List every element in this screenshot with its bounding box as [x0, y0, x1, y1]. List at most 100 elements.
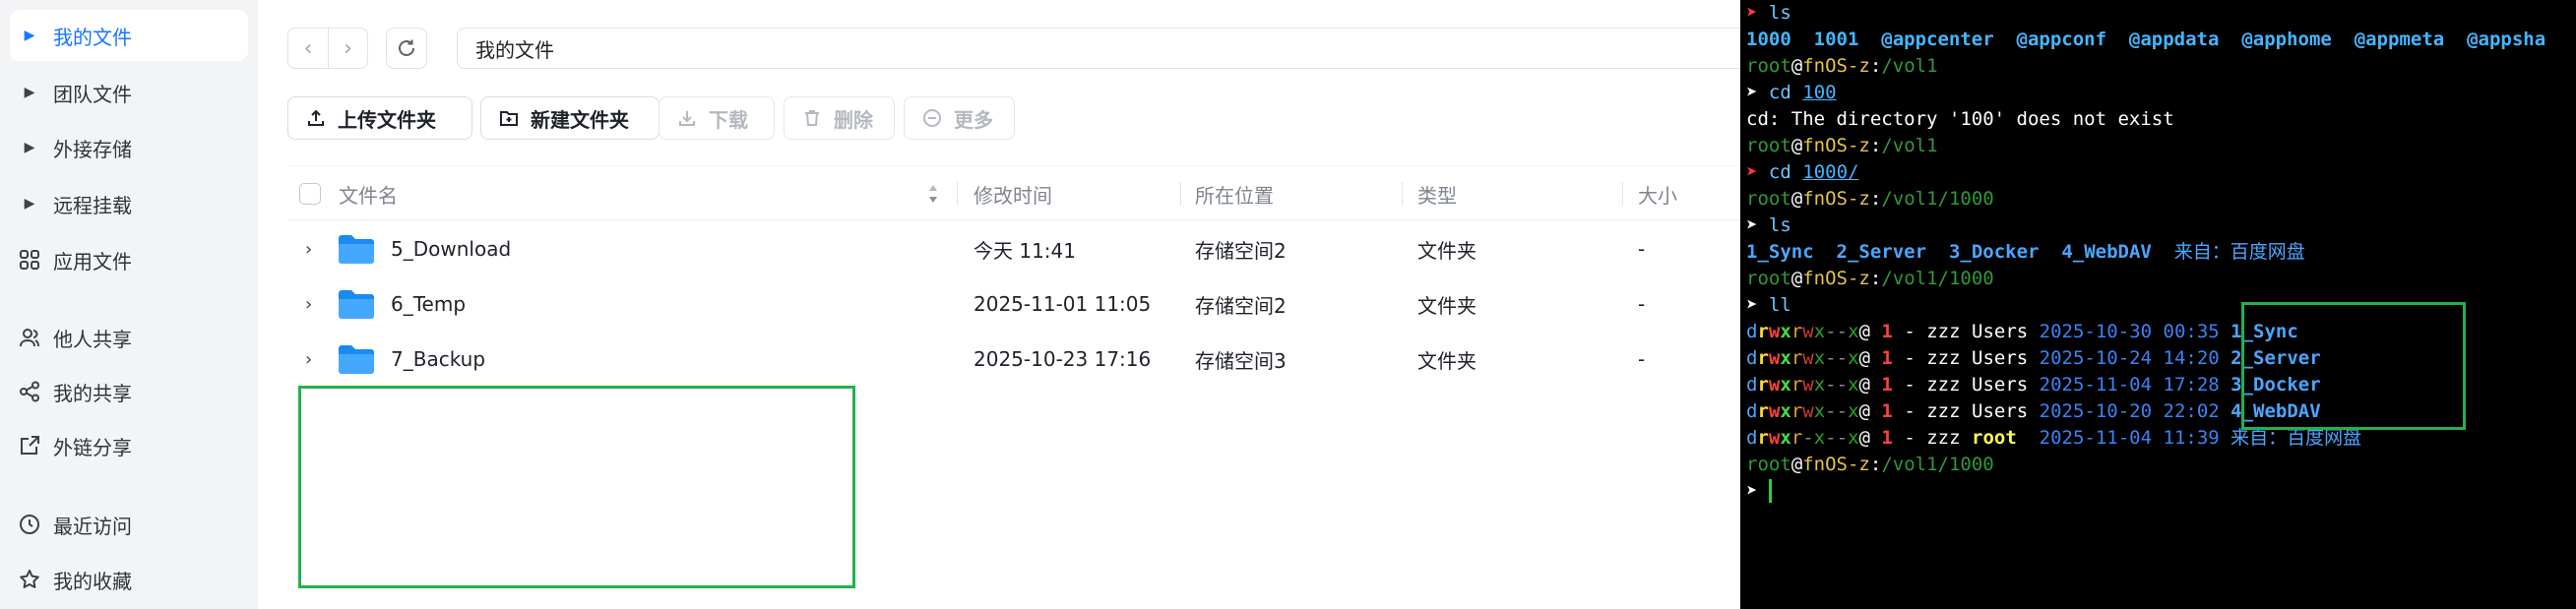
sidebar-item-label: 他人共享 [53, 327, 132, 351]
caret-right-icon: ▶ [24, 196, 35, 212]
path-bar[interactable]: 我的文件 [457, 28, 1756, 69]
new-folder-label: 新建文件夹 [531, 107, 629, 132]
more-circle-icon [922, 108, 942, 128]
terminal-prompt: root@fnOS-z:/vol1 [1746, 135, 1938, 156]
terminal-ll-row: drwxrwx--x@ 1 - zzz Users 2025-10-20 22:… [1746, 400, 2321, 422]
column-type[interactable]: 类型 [1417, 166, 1457, 221]
sidebar-item-label: 团队文件 [53, 82, 132, 106]
share-icon [10, 381, 49, 402]
terminal-line: cd: The directory '100' does not exist [1746, 108, 2174, 130]
terminal-prompt: root@fnOS-z:/vol1 [1746, 55, 1938, 77]
table-header: 文件名 修改时间 所在位置 类型 大小 [287, 165, 1740, 220]
file-modified: 2025-10-23 17:16 [974, 347, 1152, 371]
terminal-ll-row: drwxrwx--x@ 1 - zzz Users 2025-10-30 00:… [1746, 321, 2298, 342]
forward-button[interactable]: › [327, 29, 367, 68]
sidebar-item-team-files[interactable]: ▶ 团队文件 [10, 67, 248, 118]
path-text: 我的文件 [475, 37, 554, 62]
sidebar-item-favorites[interactable]: 我的收藏 [10, 554, 248, 605]
link-share-icon [10, 435, 49, 457]
new-folder-button[interactable]: 新建文件夹 [480, 96, 660, 140]
column-location[interactable]: 所在位置 [1195, 166, 1274, 221]
terminal-ll-row: drwxrwx--x@ 1 - zzz Users 2025-10-24 14:… [1746, 347, 2321, 369]
terminal-line: 1_Sync 2_Server 3_Docker 4_WebDAV 来自：百度网… [1746, 241, 2305, 263]
sidebar-item-external-storage[interactable]: ▶ 外接存储 [10, 122, 248, 173]
file-type: 文件夹 [1417, 293, 1476, 318]
folder-icon [337, 332, 376, 387]
upload-icon [306, 108, 326, 128]
file-size: - [1638, 347, 1646, 371]
file-location: 存储空间2 [1195, 238, 1287, 263]
sidebar-item-shared-with-me[interactable]: 他人共享 [10, 312, 248, 363]
file-name: 5_Download [391, 237, 512, 261]
sidebar-item-label: 外链分享 [53, 435, 132, 459]
upload-folder-label: 上传文件夹 [338, 107, 436, 132]
upload-folder-button[interactable]: 上传文件夹 [287, 96, 472, 140]
sidebar-item-label: 我的共享 [53, 381, 132, 405]
column-modified[interactable]: 修改时间 [974, 166, 1052, 221]
highlight-box-dirnames [2241, 302, 2466, 430]
chevron-right-icon: › [344, 35, 352, 61]
file-location: 存储空间2 [1195, 293, 1287, 318]
more-label: 更多 [954, 107, 993, 132]
select-all-checkbox[interactable] [299, 166, 321, 221]
prompt-arrow: ➤ [1746, 2, 1758, 24]
terminal-line: ➤ ll [1746, 294, 1791, 316]
file-size: - [1638, 237, 1646, 261]
file-size: - [1638, 292, 1646, 316]
download-label: 下载 [709, 107, 748, 132]
sidebar-item-label: 远程挂载 [53, 193, 132, 217]
terminal-prompt: root@fnOS-z:/vol1/1000 [1746, 188, 1994, 210]
download-button[interactable]: 下载 [659, 96, 775, 140]
file-name: 7_Backup [391, 347, 486, 371]
sidebar-item-label: 我的文件 [53, 25, 132, 49]
history-nav: ‹ › [287, 28, 368, 69]
sidebar-item-app-files[interactable]: 应用文件 [10, 234, 248, 285]
file-location: 存储空间3 [1195, 348, 1287, 373]
file-type: 文件夹 [1417, 238, 1476, 263]
terminal-line: ➤ cd 100 [1746, 82, 1837, 103]
terminal-line: ➤ ls [1746, 214, 1791, 236]
download-icon [677, 108, 697, 128]
folder-icon [337, 221, 376, 276]
file-name: 6_Temp [391, 292, 467, 316]
sidebar-item-recent[interactable]: 最近访问 [10, 499, 248, 550]
column-name[interactable]: 文件名 [339, 166, 398, 221]
terminal-line: ➤ cd 1000/ [1746, 161, 1859, 183]
sidebar-item-my-shares[interactable]: 我的共享 [10, 366, 248, 417]
delete-button[interactable]: 删除 [784, 96, 895, 140]
terminal-line: 1000 1001 @appcenter @appconf @appdata @… [1746, 29, 2546, 50]
sidebar-item-my-files[interactable]: ▶ 我的文件 [10, 10, 248, 61]
file-type: 文件夹 [1417, 348, 1476, 373]
chevron-left-icon: ‹ [303, 35, 313, 61]
terminal-input-line[interactable]: ➤ [1746, 478, 1757, 505]
terminal-line: ➤ ls [1746, 2, 1791, 24]
sidebar-item-label: 应用文件 [53, 249, 132, 274]
grid-icon [10, 249, 49, 271]
table-row[interactable]: › 5_Download 今天 11:41 存储空间2 文件夹 - [287, 221, 1740, 276]
column-size[interactable]: 大小 [1638, 166, 1677, 221]
refresh-button[interactable] [386, 28, 427, 69]
sidebar-item-label: 我的收藏 [53, 569, 132, 593]
table-row[interactable]: › 6_Temp 2025-11-01 11:05 存储空间2 文件夹 - [287, 276, 1740, 332]
folder-plus-icon [499, 108, 519, 128]
table-row[interactable]: › 7_Backup 2025-10-23 17:16 存储空间3 文件夹 - [287, 332, 1740, 387]
terminal-cursor [1769, 479, 1772, 503]
highlight-box-empty-area [298, 386, 855, 588]
sidebar: ▶ 我的文件 ▶ 团队文件 ▶ 外接存储 ▶ 远程挂载 应用文件 他人共享 我的… [0, 0, 258, 609]
file-modified: 今天 11:41 [974, 238, 1076, 263]
clock-icon [10, 514, 49, 535]
star-icon [10, 569, 49, 590]
terminal-prompt: root@fnOS-z:/vol1/1000 [1746, 268, 1994, 289]
sort-icon[interactable] [927, 166, 939, 221]
chevron-right-icon[interactable]: › [305, 276, 312, 332]
back-button[interactable]: ‹ [288, 29, 328, 68]
chevron-right-icon[interactable]: › [305, 221, 312, 276]
more-button[interactable]: 更多 [904, 96, 1015, 140]
chevron-right-icon[interactable]: › [305, 332, 312, 387]
terminal-ll-row: drwxrwx--x@ 1 - zzz Users 2025-11-04 17:… [1746, 374, 2321, 396]
sidebar-item-external-links[interactable]: 外链分享 [10, 420, 248, 471]
sidebar-item-label: 外接存储 [53, 137, 132, 161]
caret-right-icon: ▶ [24, 140, 35, 155]
users-icon [10, 327, 49, 348]
sidebar-item-remote-mount[interactable]: ▶ 远程挂载 [10, 178, 248, 229]
